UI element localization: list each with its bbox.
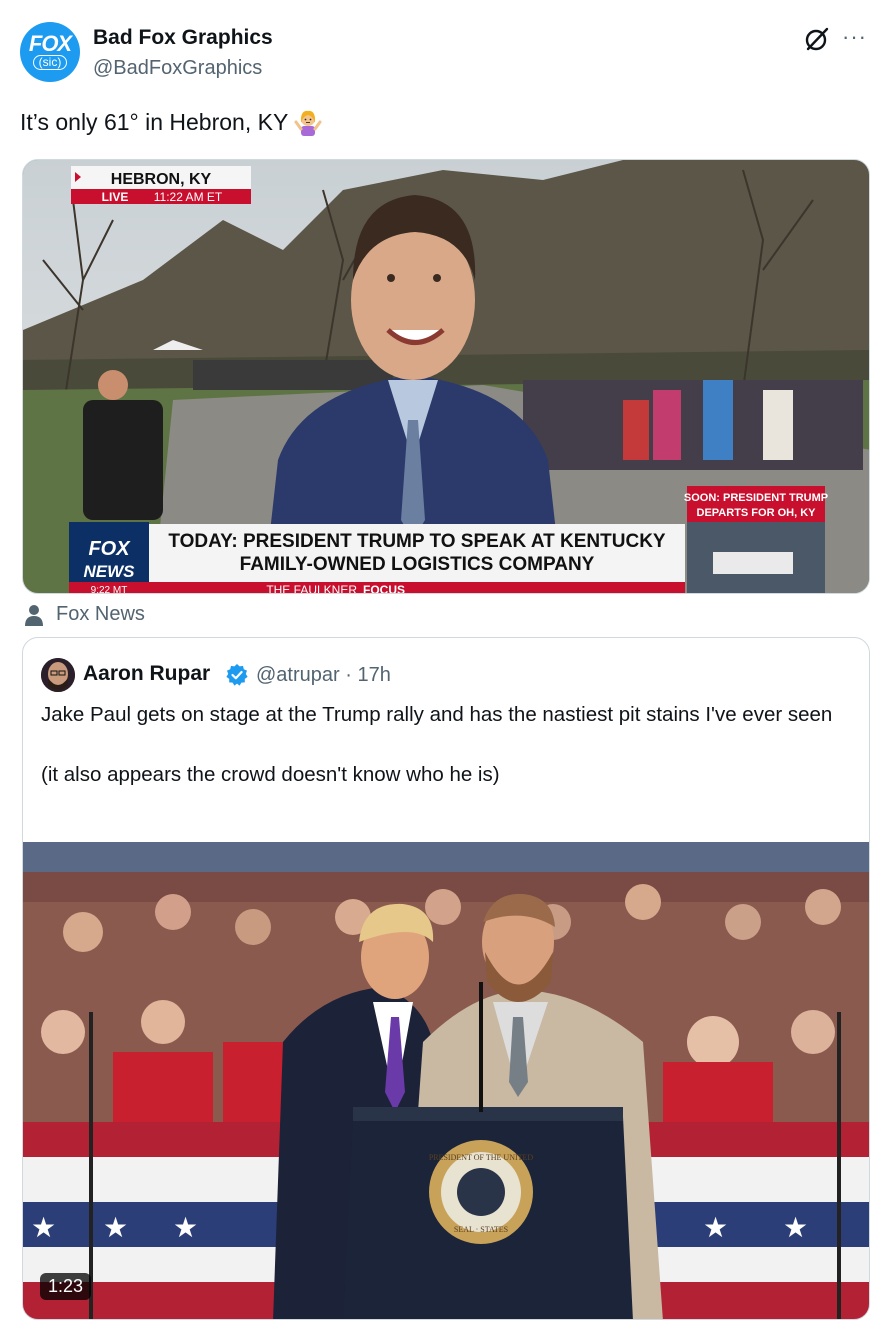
quoted-author-handle[interactable]: @atrupar bbox=[256, 664, 340, 686]
tweet-text: It’s only 61° in Hebron, KY bbox=[20, 108, 322, 136]
network-logo-line2: NEWS bbox=[84, 562, 136, 581]
author-handle[interactable]: @BadFoxGraphics bbox=[93, 57, 262, 80]
news-broadcast-frame: HEBRON, KY LIVE 11:22 AM ET SOON: PRESID… bbox=[23, 160, 869, 594]
network-logo-line1: FOX bbox=[88, 538, 131, 560]
woman-shrugging-emoji bbox=[294, 110, 322, 136]
quoted-timestamp[interactable]: 17h bbox=[357, 664, 390, 686]
live-label: LIVE bbox=[102, 190, 129, 204]
quoted-meta: @atrupar · 17h bbox=[256, 664, 391, 687]
source-label: Fox News bbox=[56, 603, 145, 625]
quoted-avatar-image bbox=[41, 658, 75, 692]
headline-line-2: FAMILY-OWNED LOGISTICS COMPANY bbox=[240, 554, 595, 575]
avatar-logo-subtext: (sic) bbox=[32, 55, 68, 70]
rally-video-frame: ★★★ ★★★ PRESIDENT OF THE bbox=[23, 842, 869, 1319]
more-options-icon[interactable]: ··· bbox=[842, 24, 867, 50]
soon-line-2: DEPARTS FOR OH, KY bbox=[697, 507, 817, 519]
quoted-video[interactable]: ★★★ ★★★ PRESIDENT OF THE bbox=[23, 842, 869, 1319]
show-name-2: FOCUS bbox=[363, 583, 405, 594]
author-avatar[interactable]: FOX (sic) bbox=[20, 22, 80, 82]
tweet-text-content: It’s only 61° in Hebron, KY bbox=[20, 109, 288, 135]
location-banner: HEBRON, KY bbox=[111, 171, 212, 188]
svg-text:★: ★ bbox=[703, 1211, 728, 1244]
video-duration: 1:23 bbox=[40, 1273, 92, 1300]
svg-text:★: ★ bbox=[31, 1211, 56, 1244]
source-attribution[interactable]: Fox News bbox=[24, 603, 145, 626]
svg-text:★: ★ bbox=[783, 1211, 808, 1244]
svg-text:★: ★ bbox=[103, 1211, 128, 1244]
show-name-1: THE FAULKNER bbox=[266, 583, 357, 594]
time-label: 11:22 AM ET bbox=[154, 190, 223, 204]
podium-seal-top: PRESIDENT OF THE UNITED bbox=[429, 1153, 534, 1162]
person-icon bbox=[25, 604, 43, 626]
quoted-author-avatar[interactable] bbox=[41, 658, 75, 692]
quoted-tweet-text: Jake Paul gets on stage at the Trump ral… bbox=[41, 703, 833, 786]
svg-text:★: ★ bbox=[173, 1211, 198, 1244]
tweet-video[interactable]: HEBRON, KY LIVE 11:22 AM ET SOON: PRESID… bbox=[22, 159, 870, 594]
author-name[interactable]: Bad Fox Graphics bbox=[93, 26, 273, 50]
soon-line-1: SOON: PRESIDENT TRUMP bbox=[684, 492, 828, 504]
avatar-logo-text: FOX bbox=[28, 31, 72, 56]
verified-icon bbox=[226, 664, 248, 686]
grok-icon[interactable] bbox=[804, 26, 830, 52]
network-logo-time: 9:22 MT bbox=[91, 585, 128, 594]
headline-line-1: TODAY: PRESIDENT TRUMP TO SPEAK AT KENTU… bbox=[168, 531, 666, 552]
podium-seal-bottom: SEAL · STATES bbox=[454, 1225, 508, 1234]
quoted-tweet[interactable]: Aaron Rupar @atrupar · 17h Jake Paul get… bbox=[22, 637, 870, 1320]
meta-separator: · bbox=[345, 664, 352, 686]
quoted-author-name[interactable]: Aaron Rupar bbox=[83, 662, 210, 686]
